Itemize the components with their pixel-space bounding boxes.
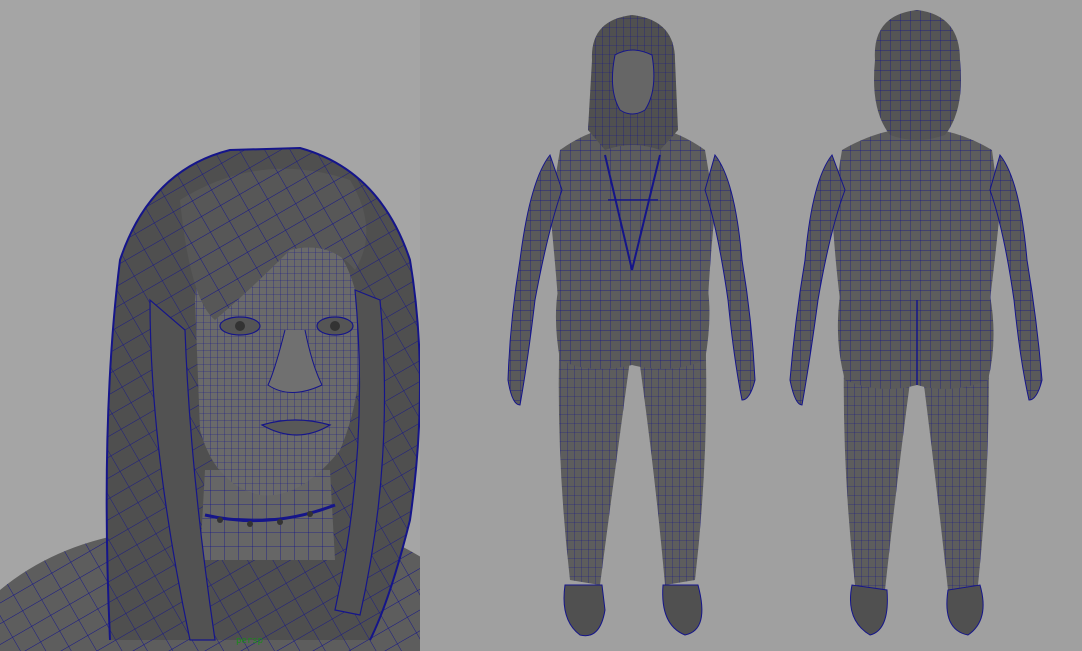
front-figure	[507, 15, 756, 637]
camera-label: persp	[236, 636, 264, 646]
viewport-right[interactable]	[420, 0, 1082, 651]
closeup-render	[0, 146, 420, 651]
back-figure	[789, 10, 1043, 636]
viewport-left[interactable]: persp	[0, 0, 420, 651]
fullbody-render	[507, 10, 1043, 637]
